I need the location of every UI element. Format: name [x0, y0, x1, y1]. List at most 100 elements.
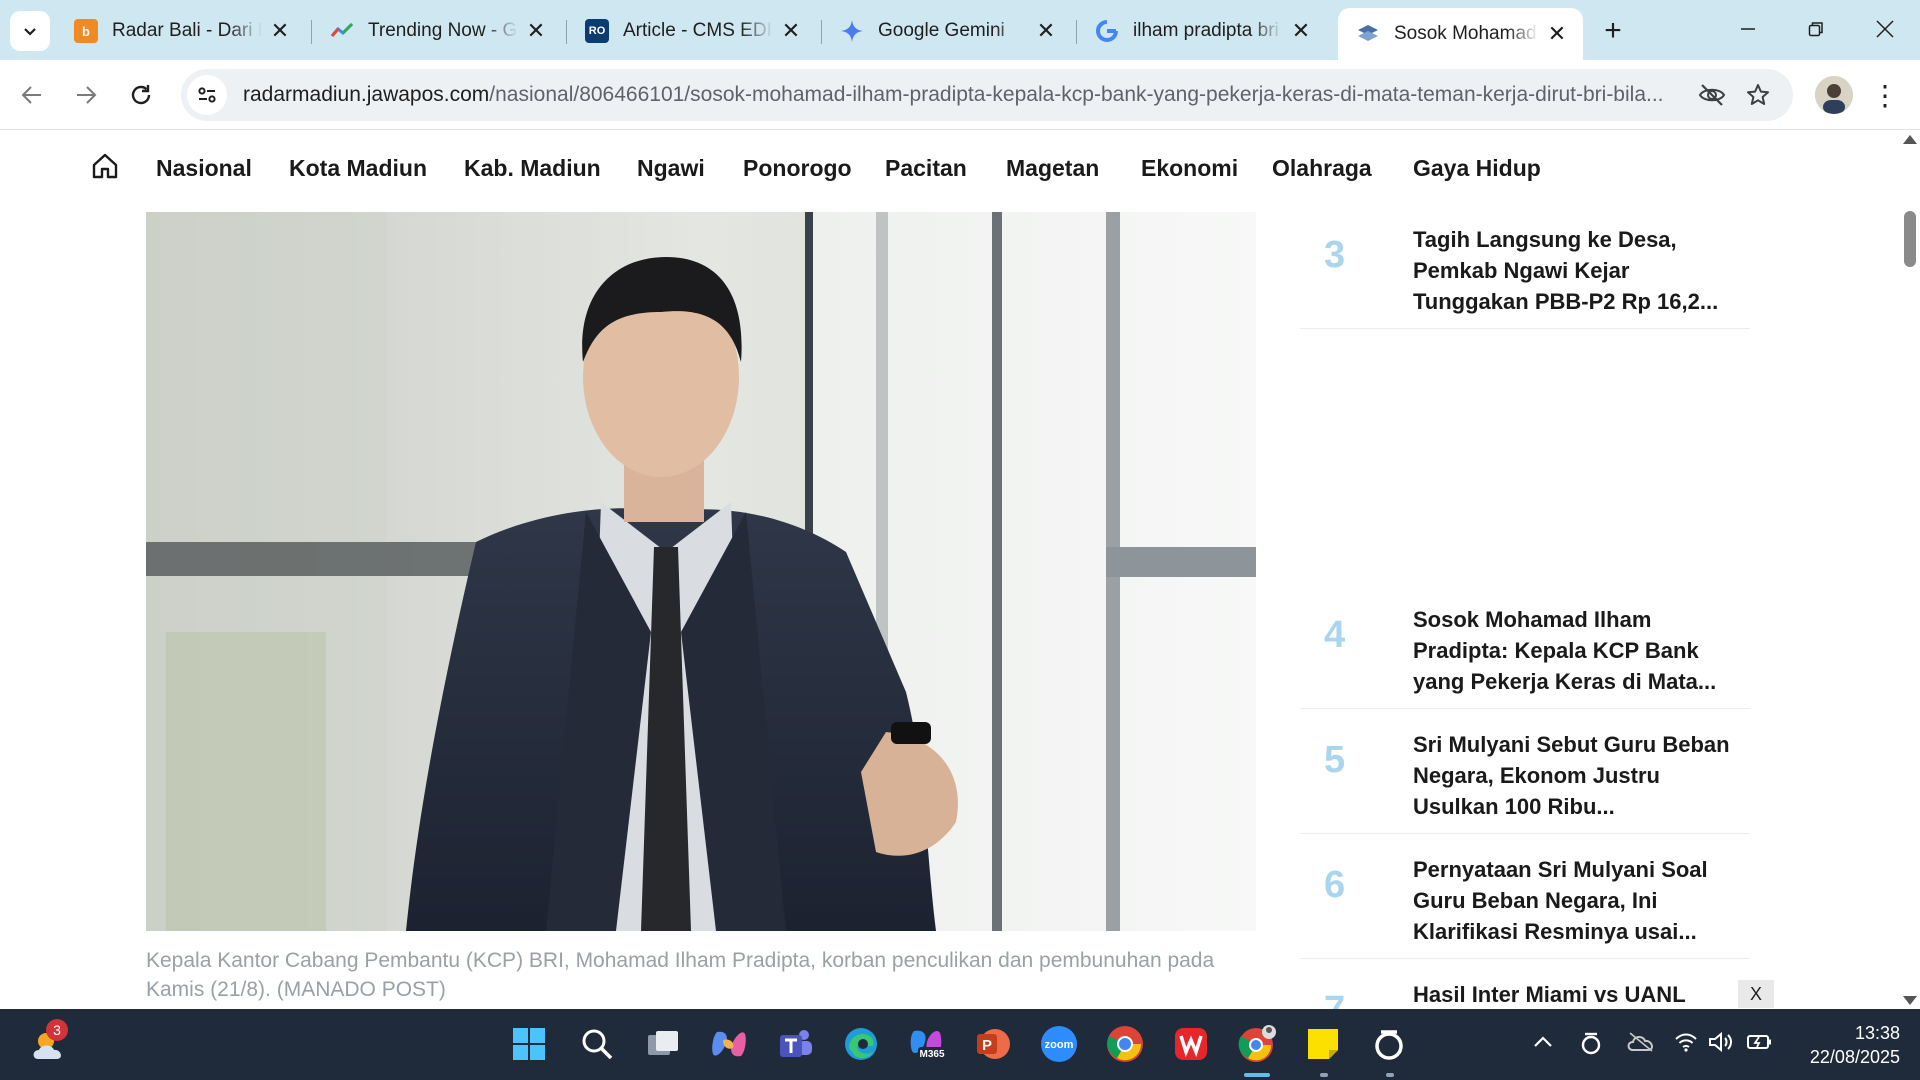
- trending-item[interactable]: 3 Tagih Langsung ke Desa, Pemkab Ngawi K…: [1300, 212, 1750, 329]
- close-tab-icon[interactable]: ✕: [779, 18, 803, 43]
- trending-rank: 4: [1324, 614, 1346, 656]
- chrome-active-app[interactable]: [1235, 1022, 1279, 1066]
- windows-taskbar: 3 M365 P zoom 13:38 22/08/2025: [0, 1009, 1920, 1080]
- trending-title[interactable]: Tagih Langsung ke Desa, Pemkab Ngawi Kej…: [1413, 224, 1733, 317]
- microsoft365-app[interactable]: M365: [905, 1022, 949, 1066]
- start-button[interactable]: [507, 1022, 551, 1066]
- nav-gaya-hidup[interactable]: Gaya Hidup: [1413, 155, 1541, 182]
- trending-title[interactable]: Sosok Mohamad Ilham Pradipta: Kepala KCP…: [1413, 604, 1733, 697]
- edge-app[interactable]: [839, 1022, 883, 1066]
- close-tab-icon[interactable]: ✕: [1545, 21, 1569, 46]
- forward-button[interactable]: [66, 75, 106, 115]
- scroll-up-arrow-icon[interactable]: [1903, 135, 1917, 144]
- nav-pacitan[interactable]: Pacitan: [885, 155, 967, 182]
- site-nav: Nasional Kota Madiun Kab. Madiun Ngawi P…: [0, 131, 1900, 209]
- tab-google-search[interactable]: ilham pradipta bri j ✕: [1077, 8, 1327, 54]
- active-app-indicator: [1244, 1073, 1270, 1077]
- new-tab-button[interactable]: +: [1594, 12, 1632, 50]
- close-window-button[interactable]: [1855, 6, 1915, 52]
- close-tab-icon[interactable]: ✕: [1289, 18, 1313, 43]
- article-hero-image: [146, 212, 1256, 931]
- profile-avatar[interactable]: [1815, 76, 1853, 114]
- tab-radar-bali[interactable]: b Radar Bali - Dari Ba ✕: [56, 8, 306, 54]
- copilot-app[interactable]: [707, 1022, 751, 1066]
- circle-app[interactable]: [1367, 1022, 1411, 1066]
- zoom-app[interactable]: zoom: [1037, 1022, 1081, 1066]
- clock-date: 22/08/2025: [1809, 1047, 1900, 1067]
- nav-kab-madiun[interactable]: Kab. Madiun: [464, 155, 601, 182]
- arrow-right-icon: [77, 86, 97, 104]
- nav-ngawi[interactable]: Ngawi: [637, 155, 705, 182]
- bookmark-button[interactable]: [1735, 75, 1781, 115]
- chrome-icon: [1107, 1026, 1143, 1062]
- tray-overflow-button[interactable]: [1532, 1031, 1554, 1059]
- minimize-icon: [1741, 28, 1755, 30]
- trending-rank: 7: [1324, 989, 1345, 1009]
- address-bar[interactable]: radarmadiun.jawapos.com/nasional/8064661…: [181, 69, 1793, 121]
- close-icon: [1876, 20, 1894, 38]
- edge-icon: [845, 1028, 877, 1060]
- home-icon[interactable]: [90, 151, 120, 181]
- tracking-protection-button[interactable]: [1689, 75, 1735, 115]
- onedrive-tray[interactable]: [1626, 1031, 1656, 1059]
- site-info-icon[interactable]: [187, 75, 227, 115]
- tab-search-button[interactable]: [10, 11, 50, 51]
- trending-item[interactable]: 6 Pernyataan Sri Mulyani Soal Guru Beban…: [1300, 842, 1750, 959]
- nav-ponorogo[interactable]: Ponorogo: [743, 155, 852, 182]
- close-tab-icon[interactable]: ✕: [268, 18, 292, 43]
- powerpoint-app[interactable]: P: [971, 1022, 1015, 1066]
- trending-title[interactable]: Sri Mulyani Sebut Guru Beban Negara, Eko…: [1413, 729, 1733, 822]
- chrome-app[interactable]: [1103, 1022, 1147, 1066]
- google-icon: [1095, 19, 1119, 43]
- tab-title: ilham pradipta bri j: [1133, 20, 1283, 41]
- web-page: Nasional Kota Madiun Kab. Madiun Ngawi P…: [0, 131, 1900, 1009]
- arrow-left-icon: [21, 86, 41, 104]
- tab-trending-now[interactable]: Trending Now - Go ✕: [312, 8, 562, 54]
- tab-sosok-mohamad[interactable]: Sosok Mohamad Il ✕: [1338, 8, 1583, 60]
- trending-item[interactable]: 4 Sosok Mohamad Ilham Pradipta: Kepala K…: [1300, 592, 1750, 709]
- close-tab-icon[interactable]: ✕: [1034, 18, 1058, 43]
- back-button[interactable]: [12, 75, 52, 115]
- tab-google-gemini[interactable]: Google Gemini ✕: [822, 8, 1072, 54]
- tab-cms-editor[interactable]: RO Article - CMS EDITO ✕: [567, 8, 817, 54]
- minimize-button[interactable]: [1718, 6, 1778, 52]
- wifi-tray[interactable]: [1674, 1031, 1698, 1059]
- volume-tray[interactable]: [1708, 1031, 1734, 1059]
- restore-button[interactable]: [1786, 6, 1846, 52]
- nav-nasional[interactable]: Nasional: [156, 155, 252, 182]
- sticky-notes-icon: [1308, 1029, 1338, 1059]
- battery-tray[interactable]: [1746, 1031, 1774, 1059]
- taskbar-search[interactable]: [575, 1022, 619, 1066]
- image-caption: Kepala Kantor Cabang Pembantu (KCP) BRI,…: [146, 949, 1215, 1001]
- sticky-notes-app[interactable]: [1301, 1022, 1345, 1066]
- trending-title[interactable]: Pernyataan Sri Mulyani Soal Guru Beban N…: [1413, 854, 1733, 947]
- running-app-indicator: [1386, 1073, 1394, 1077]
- close-tab-icon[interactable]: ✕: [524, 18, 548, 43]
- scroll-thumb[interactable]: [1904, 211, 1916, 267]
- trending-item[interactable]: 5 Sri Mulyani Sebut Guru Beban Negara, E…: [1300, 717, 1750, 834]
- trending-rank: 6: [1324, 864, 1346, 906]
- wps-office-app[interactable]: [1169, 1022, 1213, 1066]
- tray-ring-app[interactable]: [1580, 1031, 1602, 1061]
- system-clock[interactable]: 13:38 22/08/2025: [1790, 1021, 1900, 1069]
- url-text[interactable]: radarmadiun.jawapos.com/nasional/8064661…: [243, 83, 1689, 107]
- reload-button[interactable]: [121, 75, 161, 115]
- trending-title[interactable]: Hasil Inter Miami vs UANL: [1413, 979, 1733, 1009]
- browser-menu-button[interactable]: ⋮: [1870, 76, 1900, 114]
- powerpoint-icon: P: [977, 1029, 1010, 1059]
- nav-kota-madiun[interactable]: Kota Madiun: [289, 155, 427, 182]
- task-view-button[interactable]: [641, 1022, 685, 1066]
- teams-icon: [780, 1030, 812, 1057]
- nav-ekonomi[interactable]: Ekonomi: [1141, 155, 1238, 182]
- plus-icon: +: [1604, 14, 1622, 47]
- teams-app[interactable]: [773, 1022, 817, 1066]
- nav-magetan[interactable]: Magetan: [1006, 155, 1099, 182]
- scroll-down-arrow-icon[interactable]: [1903, 996, 1917, 1005]
- page-scrollbar[interactable]: [1900, 131, 1920, 1009]
- ad-close-button[interactable]: X: [1738, 980, 1774, 1008]
- zoom-label: zoom: [1045, 1039, 1074, 1051]
- reload-icon: [131, 85, 151, 105]
- trending-item[interactable]: 7 Hasil Inter Miami vs UANL: [1300, 967, 1750, 1009]
- m365-label: M365: [919, 1049, 944, 1060]
- nav-olahraga[interactable]: Olahraga: [1272, 155, 1372, 182]
